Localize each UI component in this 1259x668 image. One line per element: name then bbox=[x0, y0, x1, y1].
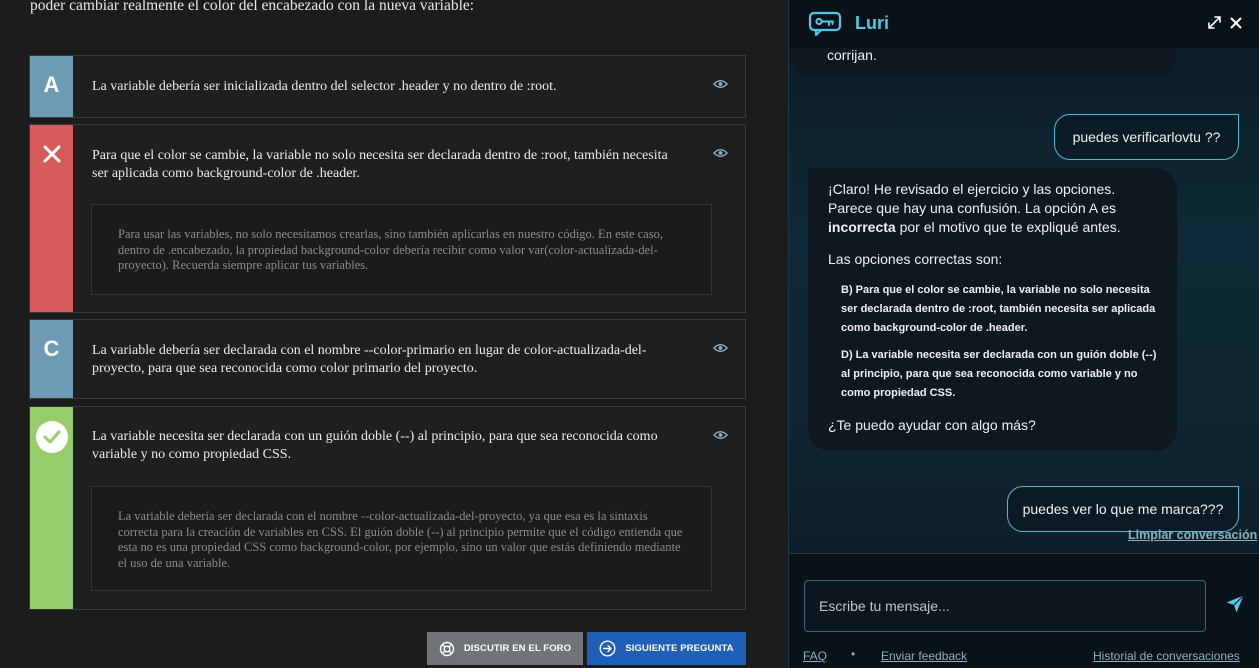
option-d-badge bbox=[30, 407, 73, 609]
quiz-panel: poder cambiar realmente el color del enc… bbox=[0, 0, 788, 668]
send-feedback-link[interactable]: Enviar feedback bbox=[881, 649, 967, 663]
eye-icon[interactable] bbox=[713, 79, 728, 89]
chat-footer: FAQ • Enviar feedback Historial de conve… bbox=[789, 553, 1259, 668]
chat-header: Luri bbox=[789, 0, 1259, 48]
bot-text-strong: incorrecta bbox=[828, 219, 896, 235]
option-c-badge: C bbox=[30, 320, 73, 398]
eye-icon[interactable] bbox=[713, 343, 728, 353]
lifebuoy-icon bbox=[439, 641, 455, 656]
arrow-right-circle-icon bbox=[599, 640, 616, 657]
chat-title: Luri bbox=[855, 13, 889, 33]
next-question-button[interactable]: SIGUIENTE PREGUNTA bbox=[587, 632, 746, 665]
check-icon bbox=[35, 421, 68, 453]
option-a[interactable]: A La variable debería ser inicializada d… bbox=[29, 55, 746, 118]
close-x-icon bbox=[43, 145, 60, 163]
option-c-letter: C bbox=[43, 336, 60, 361]
luri-logo-icon bbox=[808, 11, 842, 37]
user-message: puedes verificarlovtu ?? bbox=[1054, 114, 1239, 160]
close-icon[interactable] bbox=[1230, 17, 1242, 29]
bot-text: por el motivo que te expliqué antes. bbox=[895, 219, 1121, 235]
faq-link[interactable]: FAQ bbox=[803, 649, 827, 663]
bot-text: ¡Claro! He revisado el ejercicio y las o… bbox=[828, 181, 1116, 216]
bot-message-paragraph: Las opciones correctas son: bbox=[828, 251, 1003, 267]
footer-separator: • bbox=[851, 647, 856, 661]
bot-message-list-item: D) La variable necesita ser declarada co… bbox=[841, 349, 1157, 399]
bot-message-previous-text: corrijan. bbox=[827, 47, 877, 63]
send-icon[interactable] bbox=[1225, 594, 1245, 614]
bot-message: ¡Claro! He revisado el ejercicio y las o… bbox=[808, 168, 1177, 451]
bot-message-paragraph: ¿Te puedo ayudar con algo más? bbox=[828, 417, 1036, 433]
bot-message-paragraph: ¡Claro! He revisado el ejercicio y las o… bbox=[828, 180, 1157, 237]
option-c[interactable]: C La variable debería ser declarada con … bbox=[29, 319, 746, 399]
option-d[interactable]: La variable necesita ser declarada con u… bbox=[29, 406, 746, 610]
option-a-badge: A bbox=[30, 56, 73, 117]
bot-message-list-item: B) Para que el color se cambie, la varia… bbox=[841, 284, 1156, 334]
option-d-text: La variable necesita ser declarada con u… bbox=[92, 429, 658, 462]
option-b-badge bbox=[30, 125, 73, 312]
conversation-history-link[interactable]: Historial de conversaciones bbox=[1093, 649, 1240, 663]
expand-icon[interactable] bbox=[1208, 16, 1221, 29]
clear-conversation-link[interactable]: Limpiar conversación bbox=[1128, 528, 1257, 542]
option-b[interactable]: Para que el color se cambie, la variable… bbox=[29, 124, 746, 313]
option-b-explanation: Para usar las variables, no solo necesit… bbox=[91, 204, 712, 295]
chat-panel: Luri corrijan. puedes verificarlovtu ?? … bbox=[788, 0, 1259, 668]
next-question-label: SIGUIENTE PREGUNTA bbox=[625, 643, 734, 654]
option-a-letter: A bbox=[43, 72, 60, 97]
eye-icon[interactable] bbox=[713, 148, 728, 158]
option-c-text: La variable debería ser declarada con el… bbox=[92, 343, 647, 376]
user-message-text: puedes ver lo que me marca??? bbox=[1022, 500, 1224, 517]
user-message: puedes ver lo que me marca??? bbox=[1007, 486, 1239, 532]
question-text: poder cambiar realmente el color del enc… bbox=[30, 0, 475, 14]
user-message-text: puedes verificarlovtu ?? bbox=[1072, 128, 1221, 145]
option-d-explanation: La variable debería ser declarada con el… bbox=[91, 486, 712, 591]
option-b-text: Para que el color se cambie, la variable… bbox=[92, 148, 668, 181]
discuss-forum-label: DISCUTIR EN EL FORO bbox=[463, 643, 572, 654]
message-input[interactable] bbox=[804, 580, 1206, 632]
discuss-forum-button[interactable]: DISCUTIR EN EL FORO bbox=[427, 632, 583, 665]
option-a-text: La variable debería ser inicializada den… bbox=[92, 79, 557, 94]
eye-icon[interactable] bbox=[713, 430, 728, 440]
